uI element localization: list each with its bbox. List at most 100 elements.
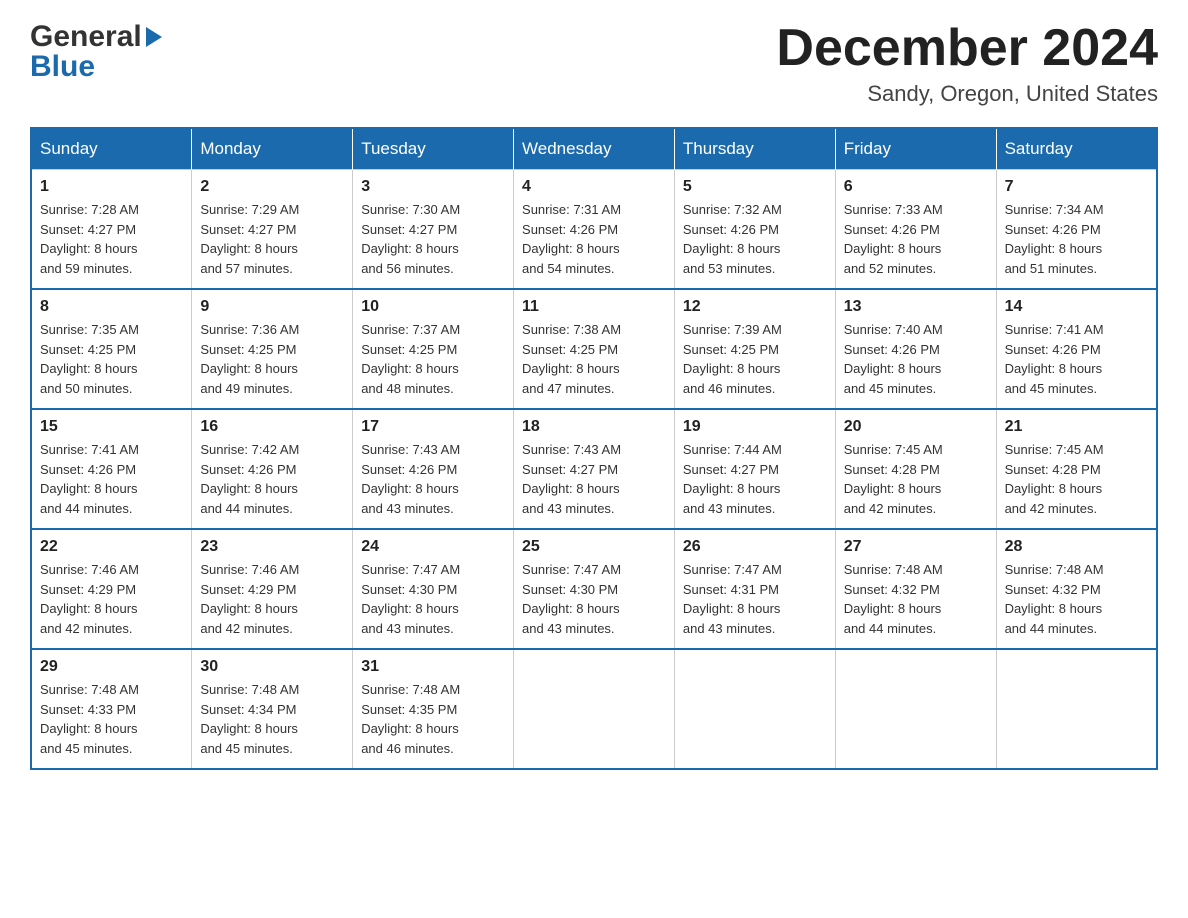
day-info: Sunrise: 7:43 AMSunset: 4:26 PMDaylight:… xyxy=(361,440,505,518)
day-number: 29 xyxy=(40,658,183,676)
logo-general-text: General xyxy=(30,20,142,54)
day-info: Sunrise: 7:42 AMSunset: 4:26 PMDaylight:… xyxy=(200,440,344,518)
day-info: Sunrise: 7:41 AMSunset: 4:26 PMDaylight:… xyxy=(40,440,183,518)
calendar-cell: 28 Sunrise: 7:48 AMSunset: 4:32 PMDaylig… xyxy=(996,529,1157,649)
logo-arrow-icon xyxy=(146,27,162,47)
day-info: Sunrise: 7:34 AMSunset: 4:26 PMDaylight:… xyxy=(1005,200,1148,278)
day-number: 13 xyxy=(844,298,988,316)
calendar-week-row: 22 Sunrise: 7:46 AMSunset: 4:29 PMDaylig… xyxy=(31,529,1157,649)
calendar-cell: 19 Sunrise: 7:44 AMSunset: 4:27 PMDaylig… xyxy=(674,409,835,529)
day-info: Sunrise: 7:48 AMSunset: 4:33 PMDaylight:… xyxy=(40,680,183,758)
day-number: 27 xyxy=(844,538,988,556)
day-info: Sunrise: 7:33 AMSunset: 4:26 PMDaylight:… xyxy=(844,200,988,278)
calendar-cell: 23 Sunrise: 7:46 AMSunset: 4:29 PMDaylig… xyxy=(192,529,353,649)
day-number: 19 xyxy=(683,418,827,436)
title-block: December 2024 Sandy, Oregon, United Stat… xyxy=(776,20,1158,107)
calendar-cell: 20 Sunrise: 7:45 AMSunset: 4:28 PMDaylig… xyxy=(835,409,996,529)
day-number: 6 xyxy=(844,178,988,196)
day-info: Sunrise: 7:46 AMSunset: 4:29 PMDaylight:… xyxy=(200,560,344,638)
logo-blue-text: Blue xyxy=(30,50,162,84)
col-thursday: Thursday xyxy=(674,128,835,170)
day-info: Sunrise: 7:47 AMSunset: 4:30 PMDaylight:… xyxy=(522,560,666,638)
day-number: 22 xyxy=(40,538,183,556)
day-number: 14 xyxy=(1005,298,1148,316)
logo: General Blue xyxy=(30,20,162,84)
day-number: 20 xyxy=(844,418,988,436)
day-number: 24 xyxy=(361,538,505,556)
day-info: Sunrise: 7:32 AMSunset: 4:26 PMDaylight:… xyxy=(683,200,827,278)
day-number: 1 xyxy=(40,178,183,196)
calendar-header-row: Sunday Monday Tuesday Wednesday Thursday… xyxy=(31,128,1157,170)
day-number: 3 xyxy=(361,178,505,196)
day-info: Sunrise: 7:48 AMSunset: 4:35 PMDaylight:… xyxy=(361,680,505,758)
calendar-cell: 10 Sunrise: 7:37 AMSunset: 4:25 PMDaylig… xyxy=(353,289,514,409)
day-number: 10 xyxy=(361,298,505,316)
calendar-week-row: 15 Sunrise: 7:41 AMSunset: 4:26 PMDaylig… xyxy=(31,409,1157,529)
day-number: 2 xyxy=(200,178,344,196)
calendar-cell: 16 Sunrise: 7:42 AMSunset: 4:26 PMDaylig… xyxy=(192,409,353,529)
calendar-cell: 1 Sunrise: 7:28 AMSunset: 4:27 PMDayligh… xyxy=(31,170,192,290)
calendar-cell: 8 Sunrise: 7:35 AMSunset: 4:25 PMDayligh… xyxy=(31,289,192,409)
calendar-cell: 13 Sunrise: 7:40 AMSunset: 4:26 PMDaylig… xyxy=(835,289,996,409)
calendar-cell: 5 Sunrise: 7:32 AMSunset: 4:26 PMDayligh… xyxy=(674,170,835,290)
day-number: 31 xyxy=(361,658,505,676)
col-wednesday: Wednesday xyxy=(514,128,675,170)
day-number: 28 xyxy=(1005,538,1148,556)
day-number: 21 xyxy=(1005,418,1148,436)
calendar-cell: 18 Sunrise: 7:43 AMSunset: 4:27 PMDaylig… xyxy=(514,409,675,529)
day-number: 8 xyxy=(40,298,183,316)
calendar-cell: 12 Sunrise: 7:39 AMSunset: 4:25 PMDaylig… xyxy=(674,289,835,409)
day-number: 25 xyxy=(522,538,666,556)
calendar-table: Sunday Monday Tuesday Wednesday Thursday… xyxy=(30,127,1158,770)
day-number: 30 xyxy=(200,658,344,676)
location-text: Sandy, Oregon, United States xyxy=(776,81,1158,107)
day-info: Sunrise: 7:47 AMSunset: 4:30 PMDaylight:… xyxy=(361,560,505,638)
calendar-cell: 30 Sunrise: 7:48 AMSunset: 4:34 PMDaylig… xyxy=(192,649,353,769)
day-number: 15 xyxy=(40,418,183,436)
day-info: Sunrise: 7:38 AMSunset: 4:25 PMDaylight:… xyxy=(522,320,666,398)
day-info: Sunrise: 7:29 AMSunset: 4:27 PMDaylight:… xyxy=(200,200,344,278)
day-info: Sunrise: 7:40 AMSunset: 4:26 PMDaylight:… xyxy=(844,320,988,398)
day-number: 16 xyxy=(200,418,344,436)
calendar-cell: 27 Sunrise: 7:48 AMSunset: 4:32 PMDaylig… xyxy=(835,529,996,649)
day-number: 4 xyxy=(522,178,666,196)
page-header: General Blue December 2024 Sandy, Oregon… xyxy=(30,20,1158,107)
calendar-cell xyxy=(835,649,996,769)
calendar-cell: 7 Sunrise: 7:34 AMSunset: 4:26 PMDayligh… xyxy=(996,170,1157,290)
calendar-cell: 22 Sunrise: 7:46 AMSunset: 4:29 PMDaylig… xyxy=(31,529,192,649)
calendar-week-row: 8 Sunrise: 7:35 AMSunset: 4:25 PMDayligh… xyxy=(31,289,1157,409)
day-info: Sunrise: 7:41 AMSunset: 4:26 PMDaylight:… xyxy=(1005,320,1148,398)
calendar-cell xyxy=(514,649,675,769)
day-info: Sunrise: 7:35 AMSunset: 4:25 PMDaylight:… xyxy=(40,320,183,398)
day-info: Sunrise: 7:44 AMSunset: 4:27 PMDaylight:… xyxy=(683,440,827,518)
col-monday: Monday xyxy=(192,128,353,170)
day-number: 26 xyxy=(683,538,827,556)
calendar-cell xyxy=(996,649,1157,769)
day-number: 7 xyxy=(1005,178,1148,196)
day-number: 11 xyxy=(522,298,666,316)
calendar-cell: 11 Sunrise: 7:38 AMSunset: 4:25 PMDaylig… xyxy=(514,289,675,409)
calendar-week-row: 29 Sunrise: 7:48 AMSunset: 4:33 PMDaylig… xyxy=(31,649,1157,769)
day-number: 17 xyxy=(361,418,505,436)
day-number: 9 xyxy=(200,298,344,316)
calendar-cell: 9 Sunrise: 7:36 AMSunset: 4:25 PMDayligh… xyxy=(192,289,353,409)
calendar-cell: 14 Sunrise: 7:41 AMSunset: 4:26 PMDaylig… xyxy=(996,289,1157,409)
day-number: 18 xyxy=(522,418,666,436)
day-info: Sunrise: 7:31 AMSunset: 4:26 PMDaylight:… xyxy=(522,200,666,278)
day-info: Sunrise: 7:28 AMSunset: 4:27 PMDaylight:… xyxy=(40,200,183,278)
day-number: 12 xyxy=(683,298,827,316)
day-number: 23 xyxy=(200,538,344,556)
day-info: Sunrise: 7:45 AMSunset: 4:28 PMDaylight:… xyxy=(1005,440,1148,518)
day-info: Sunrise: 7:48 AMSunset: 4:32 PMDaylight:… xyxy=(1005,560,1148,638)
day-info: Sunrise: 7:36 AMSunset: 4:25 PMDaylight:… xyxy=(200,320,344,398)
calendar-cell: 26 Sunrise: 7:47 AMSunset: 4:31 PMDaylig… xyxy=(674,529,835,649)
calendar-cell: 31 Sunrise: 7:48 AMSunset: 4:35 PMDaylig… xyxy=(353,649,514,769)
calendar-cell: 24 Sunrise: 7:47 AMSunset: 4:30 PMDaylig… xyxy=(353,529,514,649)
day-info: Sunrise: 7:48 AMSunset: 4:34 PMDaylight:… xyxy=(200,680,344,758)
calendar-cell: 2 Sunrise: 7:29 AMSunset: 4:27 PMDayligh… xyxy=(192,170,353,290)
calendar-cell xyxy=(674,649,835,769)
calendar-cell: 21 Sunrise: 7:45 AMSunset: 4:28 PMDaylig… xyxy=(996,409,1157,529)
calendar-cell: 25 Sunrise: 7:47 AMSunset: 4:30 PMDaylig… xyxy=(514,529,675,649)
day-info: Sunrise: 7:39 AMSunset: 4:25 PMDaylight:… xyxy=(683,320,827,398)
col-friday: Friday xyxy=(835,128,996,170)
